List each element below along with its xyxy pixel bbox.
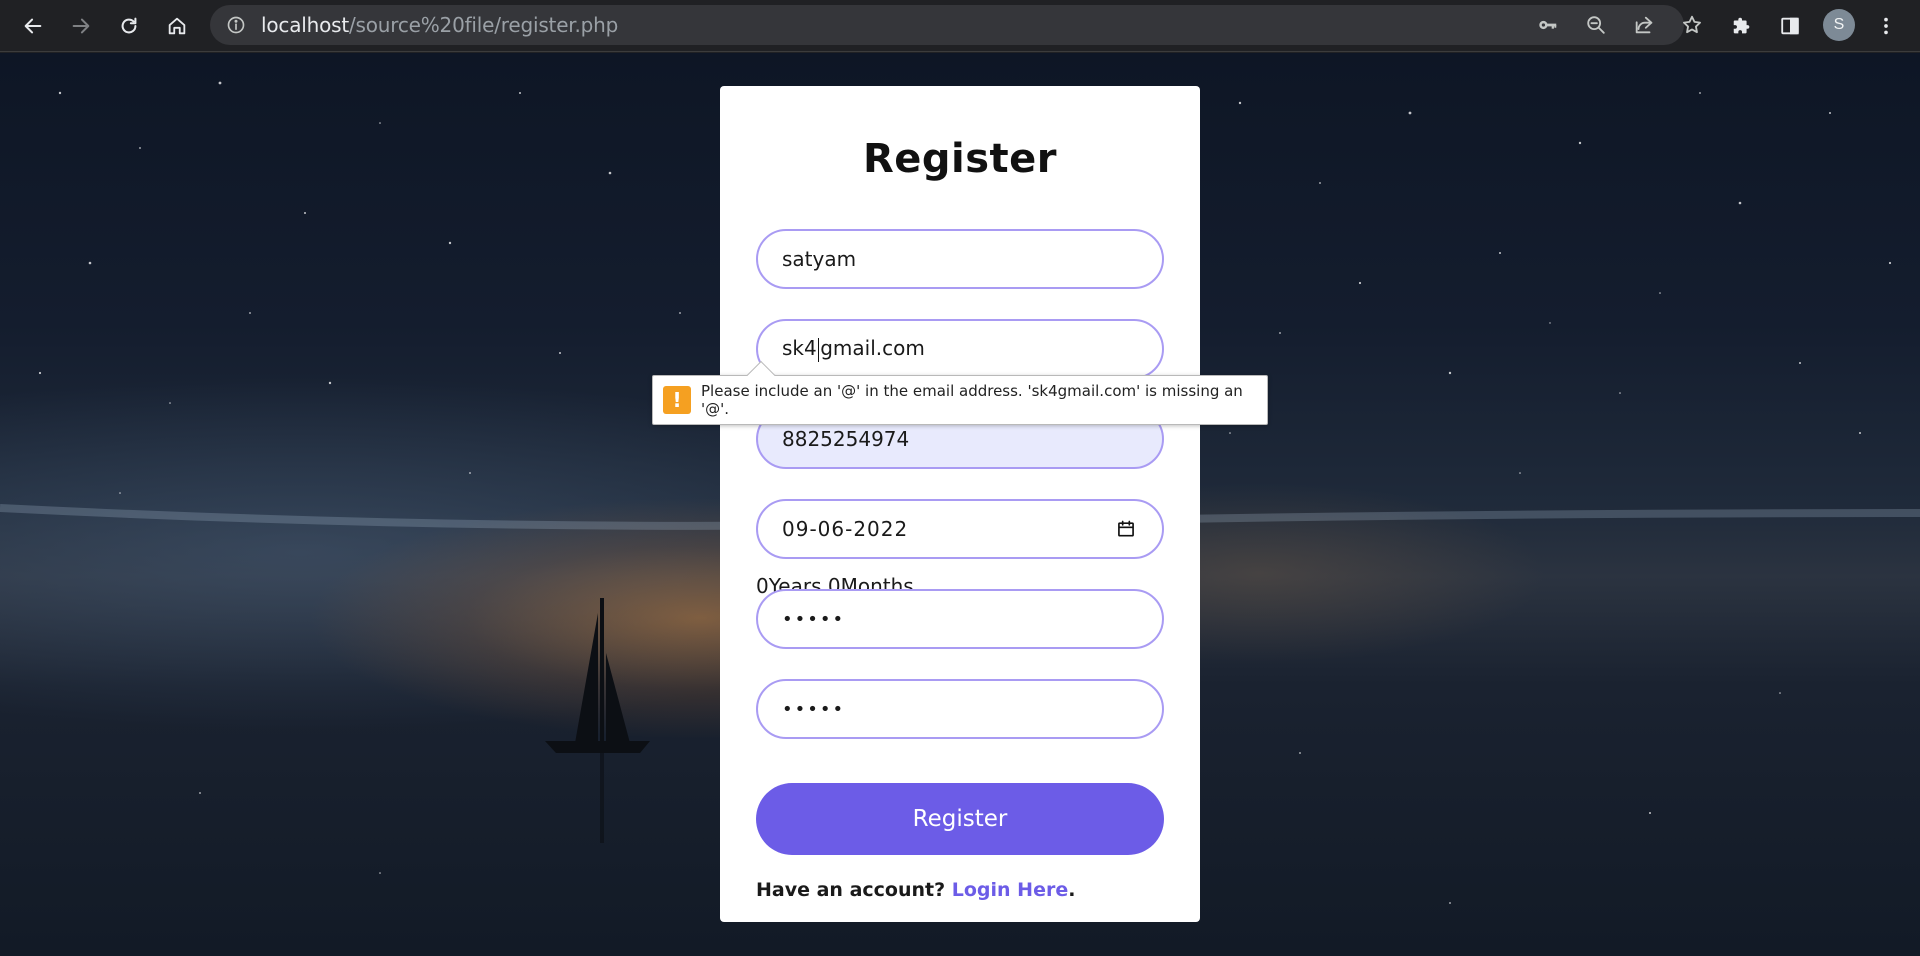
- home-icon: [168, 17, 186, 35]
- browser-toolbar: localhost/source%20file/register.php S: [0, 0, 1920, 52]
- validation-message: Please include an '@' in the email addre…: [701, 382, 1243, 418]
- reload-button[interactable]: [111, 8, 147, 44]
- email-input[interactable]: sk4 gmail.com: [756, 319, 1164, 379]
- register-card: Register satyam sk4 gmail.com 8825254974 …: [720, 86, 1200, 922]
- page-title: Register: [862, 136, 1058, 182]
- password-input[interactable]: •••••: [756, 589, 1164, 649]
- username-value: satyam: [782, 247, 857, 271]
- forward-button[interactable]: [63, 8, 99, 44]
- url-text[interactable]: localhost/source%20file/register.php: [261, 15, 618, 35]
- account-prompt-text: Have an account?: [756, 879, 946, 901]
- address-bar[interactable]: localhost/source%20file/register.php: [210, 5, 1701, 45]
- reload-icon: [121, 17, 137, 34]
- arrow-left-icon: [24, 18, 42, 34]
- sailboat-silhouette: [545, 598, 650, 843]
- username-input[interactable]: satyam: [756, 229, 1164, 289]
- page-viewport: Register satyam sk4 gmail.com 8825254974 …: [0, 53, 1920, 956]
- email-value-after-caret: gmail.com: [820, 336, 925, 361]
- extensions-button[interactable]: [1726, 10, 1758, 42]
- back-button[interactable]: [15, 8, 51, 44]
- password-key-button[interactable]: [1536, 13, 1560, 37]
- email-value-before-caret: sk4: [782, 336, 817, 361]
- login-link[interactable]: Login Here: [952, 879, 1068, 901]
- profile-avatar[interactable]: S: [1823, 9, 1855, 41]
- share-button[interactable]: [1632, 13, 1656, 37]
- login-prompt: Have an account? Login Here.: [756, 879, 1075, 901]
- zoom-out-icon: [1587, 16, 1605, 34]
- share-icon: [1635, 16, 1653, 34]
- key-icon: [1539, 20, 1557, 30]
- browser-menu-button[interactable]: [1870, 10, 1902, 42]
- warning-icon: !: [663, 386, 691, 414]
- confirm-password-mask: •••••: [782, 698, 846, 720]
- bookmark-button[interactable]: [1680, 13, 1704, 37]
- side-panel-button[interactable]: [1774, 10, 1806, 42]
- url-path: /source%20file/register.php: [348, 13, 619, 37]
- account-suffix: .: [1068, 879, 1076, 901]
- puzzle-icon: [1733, 17, 1750, 34]
- side-panel-icon: [1781, 17, 1799, 35]
- email-value: sk4 gmail.com: [782, 336, 925, 362]
- password-mask: •••••: [782, 608, 846, 630]
- register-button[interactable]: Register: [756, 783, 1164, 855]
- info-icon[interactable]: [226, 15, 246, 35]
- url-host: localhost: [261, 13, 349, 37]
- text-caret: [817, 337, 820, 362]
- calendar-icon[interactable]: [1116, 519, 1136, 539]
- dob-date-input[interactable]: 09-06-2022: [756, 499, 1164, 559]
- kebab-menu-icon: [1884, 17, 1888, 35]
- confirm-password-input[interactable]: •••••: [756, 679, 1164, 739]
- arrow-right-icon: [72, 18, 90, 34]
- dob-value: 09-06-2022: [782, 517, 909, 541]
- zoom-button[interactable]: [1584, 13, 1608, 37]
- email-validation-tooltip: ! Please include an '@' in the email add…: [652, 360, 1268, 425]
- star-icon: [1683, 15, 1701, 34]
- home-button[interactable]: [159, 8, 195, 44]
- phone-value: 8825254974: [782, 427, 910, 451]
